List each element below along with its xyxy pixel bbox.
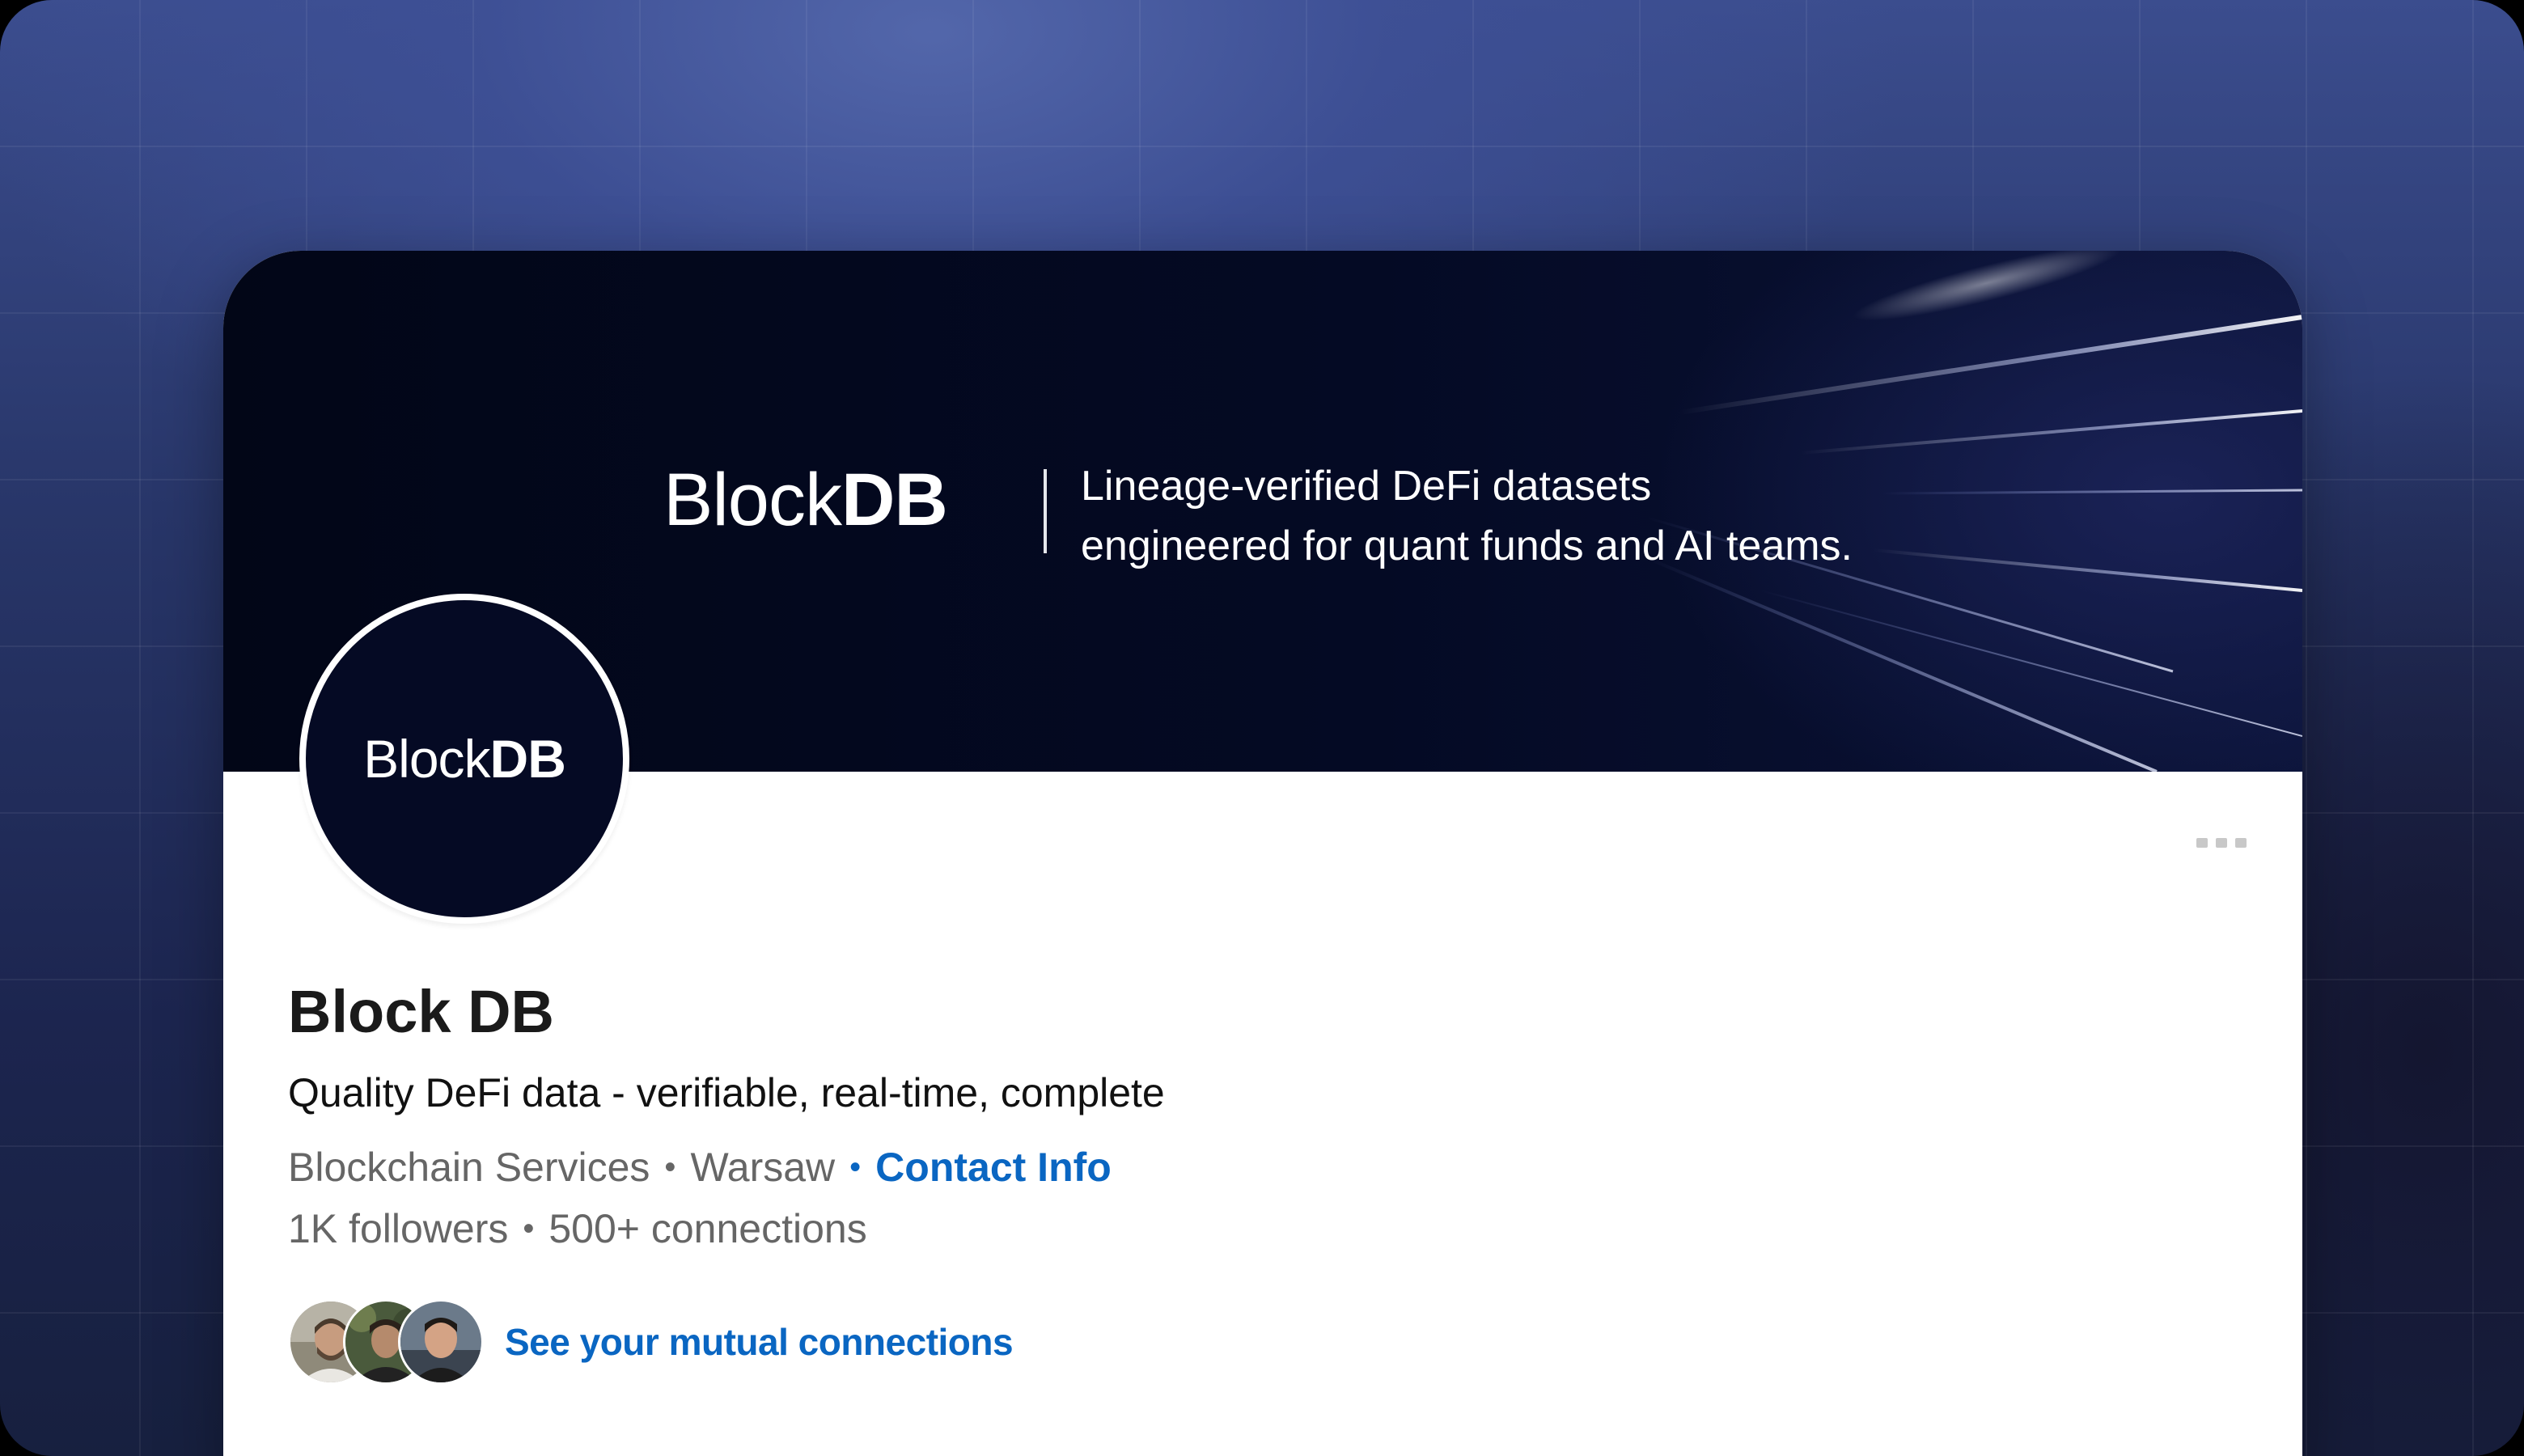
location-label: Warsaw <box>690 1145 836 1190</box>
company-tagline: Quality DeFi data - verifiable, real-tim… <box>288 1070 1165 1115</box>
company-logo-avatar[interactable]: BlockDB <box>299 594 629 924</box>
banner-logo-bold: DB <box>841 459 948 541</box>
banner-divider <box>1044 469 1047 553</box>
bullet-separator: • <box>523 1210 535 1246</box>
see-mutual-connections-link[interactable]: See your mutual connections <box>505 1320 1014 1364</box>
banner-logo: BlockDB <box>663 463 948 537</box>
more-horizontal-icon-dot <box>2235 838 2247 848</box>
avatar-logo-text: BlockDB <box>363 728 566 789</box>
company-profile-card: BlockDB Lineage-verified DeFi datasets e… <box>223 251 2302 1456</box>
banner-tagline: Lineage-verified DeFi datasets engineere… <box>1081 456 1853 576</box>
connections-count: 500+ connections <box>548 1206 867 1251</box>
mutual-avatar-3 <box>398 1299 484 1385</box>
banner-tagline-line2: engineered for quant funds and AI teams. <box>1081 523 1853 569</box>
company-name: Block DB <box>288 978 554 1045</box>
more-options-button[interactable] <box>2173 827 2270 859</box>
industry-label: Blockchain Services <box>288 1145 650 1190</box>
more-horizontal-icon-dot <box>2216 838 2227 848</box>
followers-count: 1K followers <box>288 1206 509 1251</box>
contact-info-link[interactable]: Contact Info <box>875 1144 1112 1191</box>
bullet-separator: • <box>849 1149 862 1185</box>
mutual-avatars-stack <box>288 1299 484 1385</box>
mutual-connections[interactable]: See your mutual connections <box>288 1299 1014 1385</box>
person-avatar-icon <box>400 1302 481 1382</box>
avatar-logo-light: Block <box>363 729 490 789</box>
page-background: BlockDB Lineage-verified DeFi datasets e… <box>0 0 2524 1456</box>
more-horizontal-icon <box>2196 838 2208 848</box>
bullet-separator: • <box>664 1149 676 1185</box>
banner-tagline-line1: Lineage-verified DeFi datasets <box>1081 463 1652 510</box>
company-stats: 1K followers • 500+ connections <box>288 1205 867 1252</box>
avatar-logo-bold: DB <box>489 729 566 789</box>
company-meta: Blockchain Services • Warsaw • Contact I… <box>288 1144 1112 1191</box>
banner-logo-light: Block <box>663 459 842 541</box>
